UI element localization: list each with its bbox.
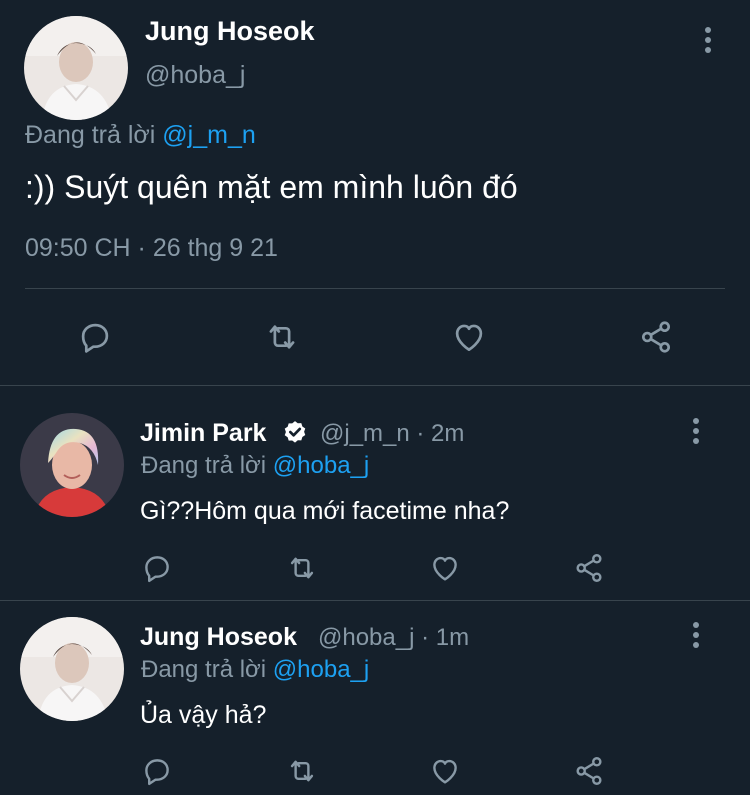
reply-text: Ủa vậy hả? — [140, 701, 267, 729]
main-tweet-author-name[interactable]: Jung Hoseok — [145, 15, 315, 47]
replying-to-label: Đang trả lời — [141, 656, 267, 683]
main-tweet-author-handle[interactable]: @hoba_j — [145, 60, 245, 90]
reply-handle-time[interactable]: @j_m_n · 2m — [320, 420, 464, 448]
reply-icon[interactable] — [140, 551, 174, 585]
replying-to-label: Đang trả lời — [25, 121, 156, 149]
reply-author-name[interactable]: Jimin Park — [140, 418, 266, 448]
reply-author-avatar[interactable] — [20, 413, 124, 517]
main-tweet-avatar[interactable] — [24, 16, 128, 120]
divider — [25, 288, 725, 289]
section-divider — [0, 600, 750, 601]
reply-replying-to: Đang trả lời @hoba_j — [141, 656, 369, 684]
replying-to-label: Đang trả lời — [141, 452, 267, 479]
more-options-icon[interactable] — [704, 27, 712, 53]
heart-icon[interactable] — [427, 754, 463, 788]
replying-to-handle-link[interactable]: @hoba_j — [273, 452, 369, 479]
reply-author-name[interactable]: Jung Hoseok — [140, 622, 297, 652]
heart-icon[interactable] — [449, 318, 489, 356]
reply-text: Gì??Hôm qua mới facetime nha? — [140, 497, 510, 525]
main-tweet-timestamp[interactable]: 09:50 CH · 26 thg 9 21 — [25, 232, 278, 264]
replying-to-handle-link[interactable]: @j_m_n — [162, 121, 255, 149]
main-tweet-text: :)) Suýt quên mặt em mình luôn đó — [25, 169, 518, 205]
section-divider — [0, 385, 750, 386]
main-tweet-replying-to: Đang trả lời @j_m_n — [25, 120, 256, 150]
reply-icon[interactable] — [76, 318, 114, 356]
heart-icon[interactable] — [427, 551, 463, 585]
more-options-icon[interactable] — [692, 622, 700, 648]
reply-replying-to: Đang trả lời @hoba_j — [141, 452, 369, 480]
retweet-icon[interactable] — [262, 318, 302, 356]
verified-badge-icon — [281, 419, 309, 452]
share-icon[interactable] — [571, 551, 607, 585]
retweet-icon[interactable] — [284, 551, 320, 585]
reply-author-avatar[interactable] — [20, 617, 124, 721]
share-icon[interactable] — [571, 754, 607, 788]
reply-handle-time[interactable]: @hoba_j · 1m — [318, 624, 469, 652]
replying-to-handle-link[interactable]: @hoba_j — [273, 656, 369, 683]
more-options-icon[interactable] — [692, 418, 700, 444]
reply-icon[interactable] — [140, 754, 174, 788]
retweet-icon[interactable] — [284, 754, 320, 788]
share-icon[interactable] — [636, 318, 676, 356]
